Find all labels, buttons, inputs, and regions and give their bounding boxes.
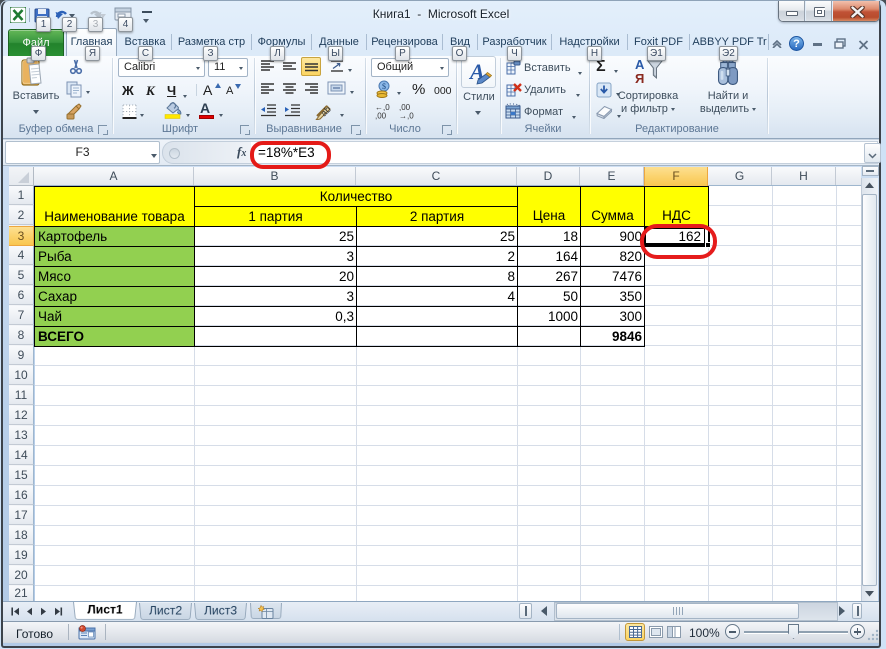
svg-text:$: $ bbox=[382, 82, 386, 91]
svg-text:,00: ,00 bbox=[375, 112, 387, 121]
svg-text:А: А bbox=[635, 57, 645, 72]
svg-text:→,0: →,0 bbox=[399, 112, 414, 121]
svg-text:Я: Я bbox=[635, 71, 644, 86]
